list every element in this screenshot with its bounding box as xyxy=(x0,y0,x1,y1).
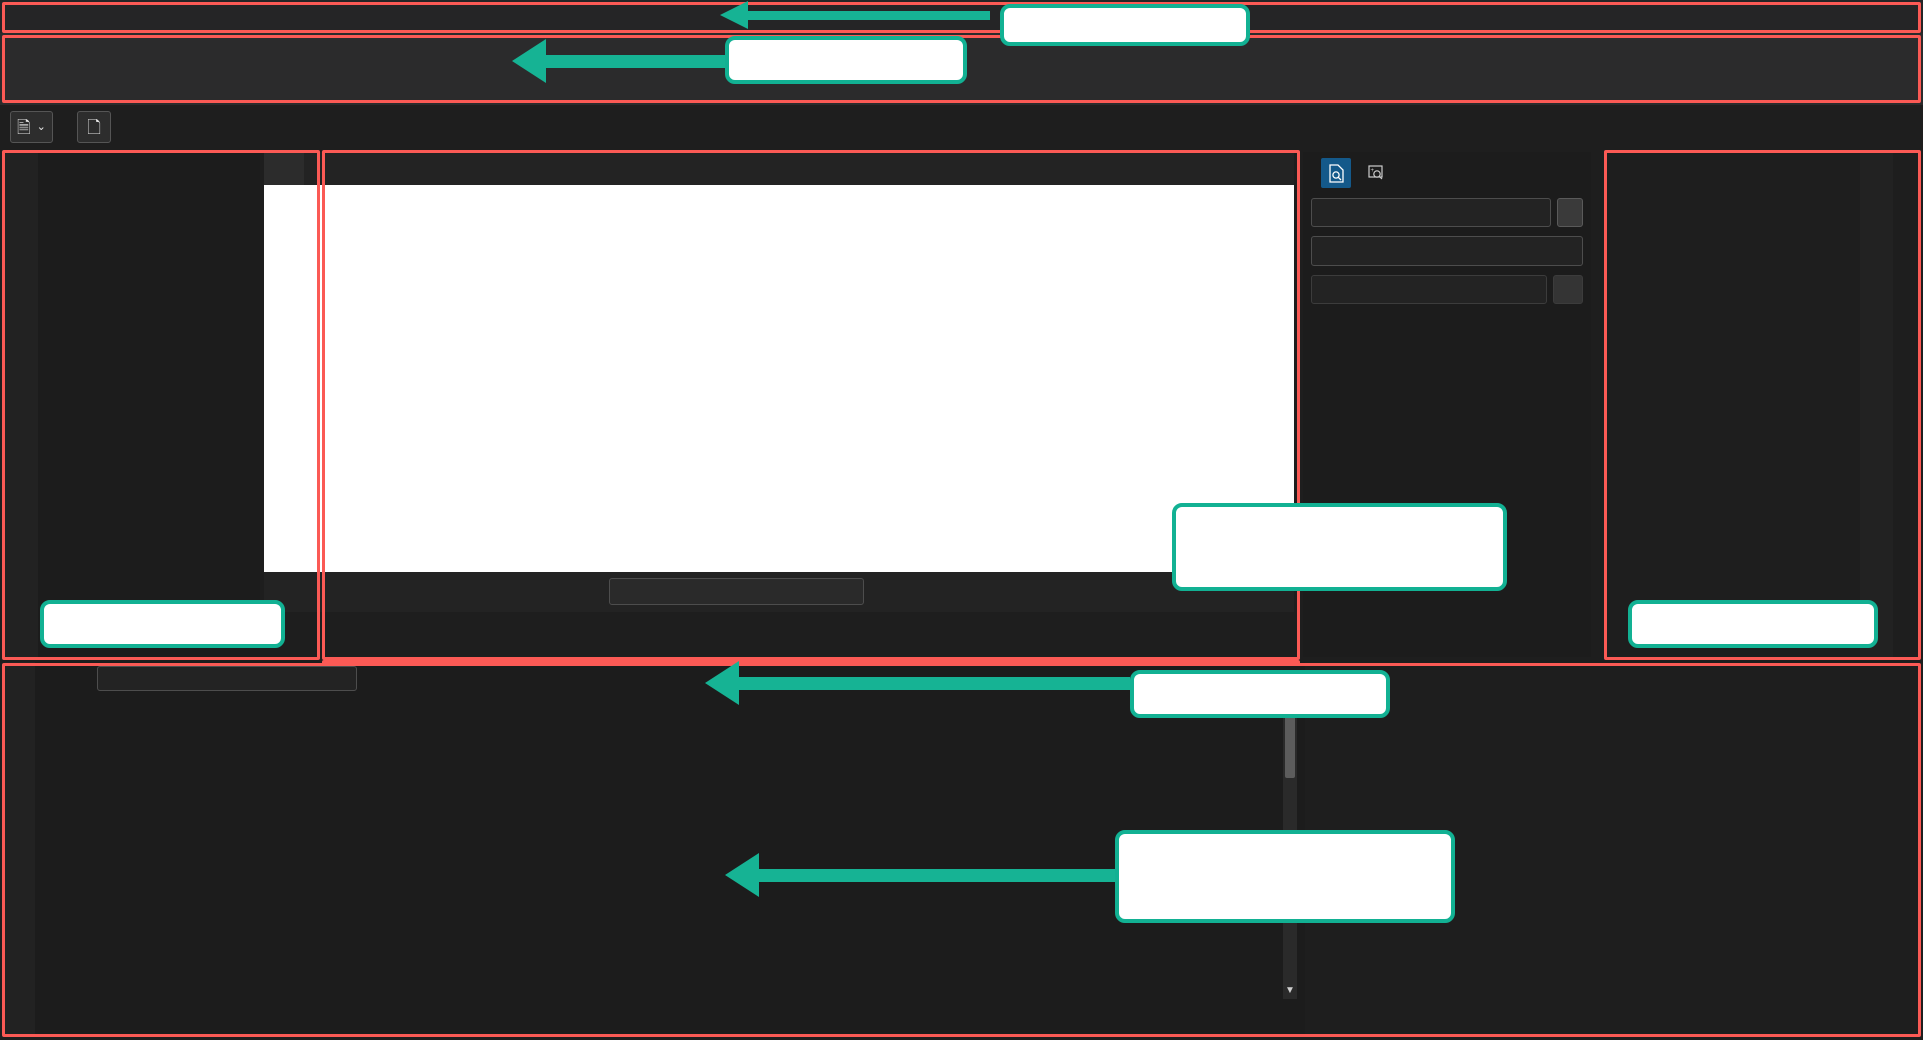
callout-work-area xyxy=(1172,503,1507,591)
document-info-bar: 🗎 ⌄ 🗋 xyxy=(0,105,1923,149)
add-page-button[interactable]: 🗋 xyxy=(77,111,111,143)
left-rail xyxy=(5,152,38,657)
chevron-down-icon: ⌄ xyxy=(37,122,46,133)
file-thumbnail-button[interactable]: 🗎 ⌄ xyxy=(10,111,53,143)
markups-search-input[interactable] xyxy=(97,666,357,691)
text-search-mode-icon xyxy=(1328,164,1345,183)
search-path-input[interactable] xyxy=(1311,275,1547,304)
file-thumbnail-icon: 🗎 xyxy=(17,119,31,136)
right-rail xyxy=(1860,152,1893,657)
visual-search-mode-icon: + xyxy=(1368,164,1385,182)
scroll-down-icon[interactable]: ▼ xyxy=(1283,985,1297,999)
browse-button[interactable] xyxy=(1553,275,1583,304)
panel-title xyxy=(38,152,260,170)
callout-tool-bar xyxy=(725,36,967,84)
svg-text:+: + xyxy=(1370,168,1374,174)
scrollbar-thumb[interactable] xyxy=(1285,708,1295,778)
markups-list-panel: ▲ ▼ xyxy=(5,662,1305,1035)
text-search-mode-button[interactable] xyxy=(1321,158,1351,188)
search-results-header[interactable] xyxy=(1303,320,1591,334)
close-button[interactable] xyxy=(1868,0,1923,33)
search-path-row xyxy=(1303,271,1591,308)
document-name xyxy=(63,119,67,136)
arrow-advanced-markup-list xyxy=(725,864,1117,886)
search-panel-header: + xyxy=(1303,152,1591,194)
callout-command-bar xyxy=(1000,4,1250,46)
callout-right-panel xyxy=(1628,600,1878,648)
callout-left-panel xyxy=(40,600,285,648)
arrow-command-bar xyxy=(720,4,990,26)
minimize-button[interactable] xyxy=(1758,0,1813,33)
arrow-tool-bar xyxy=(512,50,727,72)
search-input-row xyxy=(1303,194,1591,231)
work-area xyxy=(264,152,1294,657)
search-scope-select[interactable] xyxy=(1311,236,1583,266)
search-options-header[interactable] xyxy=(1303,308,1591,320)
callout-advanced-markup-list xyxy=(1115,830,1455,923)
markups-rail xyxy=(5,662,35,1035)
file-access-panel xyxy=(38,152,260,657)
pdf-canvas[interactable] xyxy=(264,185,1294,572)
document-tab[interactable] xyxy=(264,152,304,185)
maximize-button[interactable] xyxy=(1813,0,1868,33)
window-controls xyxy=(1758,0,1923,33)
add-page-icon: 🗋 xyxy=(87,119,101,136)
search-input[interactable] xyxy=(1311,198,1551,227)
search-button[interactable] xyxy=(1557,198,1583,227)
navigation-bar xyxy=(264,572,1294,612)
document-tab-strip xyxy=(264,152,1294,185)
page-indicator[interactable] xyxy=(609,578,864,605)
callout-navigation-bar xyxy=(1130,670,1390,718)
arrow-navigation-bar xyxy=(705,672,1130,694)
visual-search-mode-button[interactable]: + xyxy=(1361,158,1391,188)
